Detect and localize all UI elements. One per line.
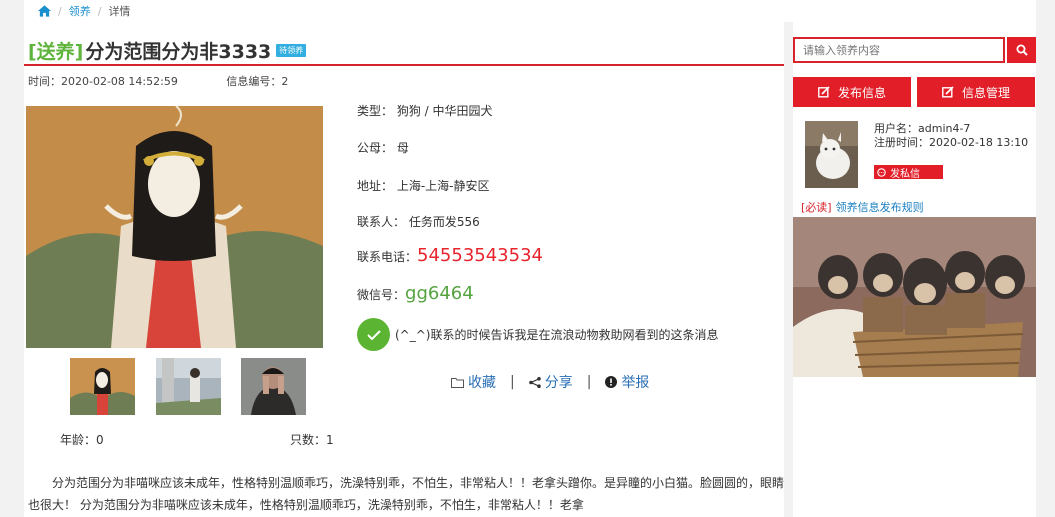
check-icon — [357, 318, 390, 351]
action-divider: | — [586, 374, 592, 390]
user-info: 用户名：admin4-7 注册时间：2020-02-18 13:10 — [874, 122, 1028, 150]
favorite-label: 收藏 — [468, 375, 496, 391]
manage-button[interactable]: 信息管理 — [917, 77, 1035, 107]
share-icon — [528, 376, 541, 388]
manage-label: 信息管理 — [961, 85, 1010, 100]
edit-icon — [942, 86, 954, 98]
post-title: [送养] 分为范围分为非3333 待领养 — [28, 38, 307, 63]
post-detail-panel: [送养] 分为范围分为非3333 待领养 时间：2020-02-08 14:52… — [24, 22, 784, 517]
pet-count: 只数：1 — [290, 433, 334, 447]
share-button[interactable]: 分享 — [528, 372, 573, 392]
main-pet-photo[interactable] — [26, 106, 323, 348]
wechat-id: gg6464 — [405, 283, 474, 304]
home-icon[interactable] — [38, 5, 51, 17]
search-input[interactable] — [793, 37, 1005, 63]
breadcrumb: / 领养 / 详情 — [24, 0, 1036, 22]
report-button[interactable]: 举报 — [605, 372, 649, 392]
wechat-label: 微信号： — [357, 288, 406, 302]
thumbnail-2[interactable] — [156, 358, 221, 415]
publish-button[interactable]: 发布信息 — [793, 77, 911, 107]
breadcrumb-current: 详情 — [108, 5, 131, 18]
sidebar: 发布信息 信息管理 用户名：admin4-7 注册时间：2020-02-18 1… — [793, 22, 1036, 517]
thumbnail-1[interactable] — [70, 358, 135, 415]
action-divider: | — [510, 374, 515, 390]
contact-notice: (^_^)联系的时候告诉我是在流浪动物救助网看到的这条消息 — [357, 318, 718, 351]
search-button[interactable] — [1007, 37, 1036, 63]
pet-age: 年龄：0 — [60, 433, 104, 447]
publish-label: 发布信息 — [837, 85, 886, 100]
username: 用户名：admin4-7 — [874, 122, 971, 135]
avatar[interactable] — [805, 121, 858, 188]
phone-label: 联系电话： — [357, 250, 418, 264]
detail-gender: 公母： 母 — [357, 141, 409, 155]
favorite-button[interactable]: 收藏 — [451, 372, 496, 392]
puppies-ad-image[interactable] — [793, 217, 1036, 377]
post-meta: 时间：2020-02-08 14:52:59 信息编号：2 — [28, 73, 333, 89]
message-label: 发私信 — [890, 168, 920, 180]
share-label: 分享 — [544, 375, 573, 391]
action-bar: 收藏 | 分享 | 举报 — [451, 372, 649, 392]
register-time: 注册时间：2020-02-18 13:10 — [874, 136, 1029, 149]
detail-wechat: 微信号：gg6464 — [357, 283, 474, 304]
post-info-id: 信息编号：2 — [226, 75, 289, 88]
detail-phone: 联系电话：54553543534 — [357, 245, 543, 266]
breadcrumb-separator: / — [97, 4, 102, 18]
rules-notice: [必读] 领养信息发布规则 — [801, 199, 924, 215]
breadcrumb-adopt-link[interactable]: 领养 — [69, 3, 91, 19]
post-description: 分为范围分为非喵咪应该未成年，性格特别温顺乖巧，洗澡特别乖，不怕生，非常粘人！！… — [28, 476, 785, 512]
notice-text: (^_^)联系的时候告诉我是在流浪动物救助网看到的这条消息 — [395, 328, 719, 342]
folder-icon — [451, 377, 464, 388]
rules-must-tag: [必读] — [801, 201, 832, 214]
edit-icon — [818, 86, 830, 98]
phone-number: 54553543534 — [417, 245, 543, 266]
status-badge: 待领养 — [276, 43, 307, 57]
message-button[interactable]: 发私信 — [874, 165, 943, 180]
detail-address: 地址： 上海-上海-静安区 — [357, 179, 490, 193]
message-icon — [877, 167, 886, 177]
post-type-tag: [送养] — [28, 40, 84, 63]
breadcrumb-separator: / — [58, 4, 62, 18]
post-time: 时间：2020-02-08 14:52:59 — [28, 75, 178, 88]
rules-link[interactable]: 领养信息发布规则 — [836, 201, 924, 214]
post-title-text: 分为范围分为非3333 — [85, 40, 272, 63]
detail-type: 类型： 狗狗 / 中华田园犬 — [357, 104, 493, 118]
title-divider — [24, 64, 784, 66]
alert-icon — [605, 376, 618, 388]
detail-contact: 联系人： 任务而发556 — [357, 215, 480, 229]
thumbnail-3[interactable] — [241, 358, 306, 415]
report-label: 举报 — [621, 375, 650, 391]
search-icon — [1016, 44, 1028, 56]
